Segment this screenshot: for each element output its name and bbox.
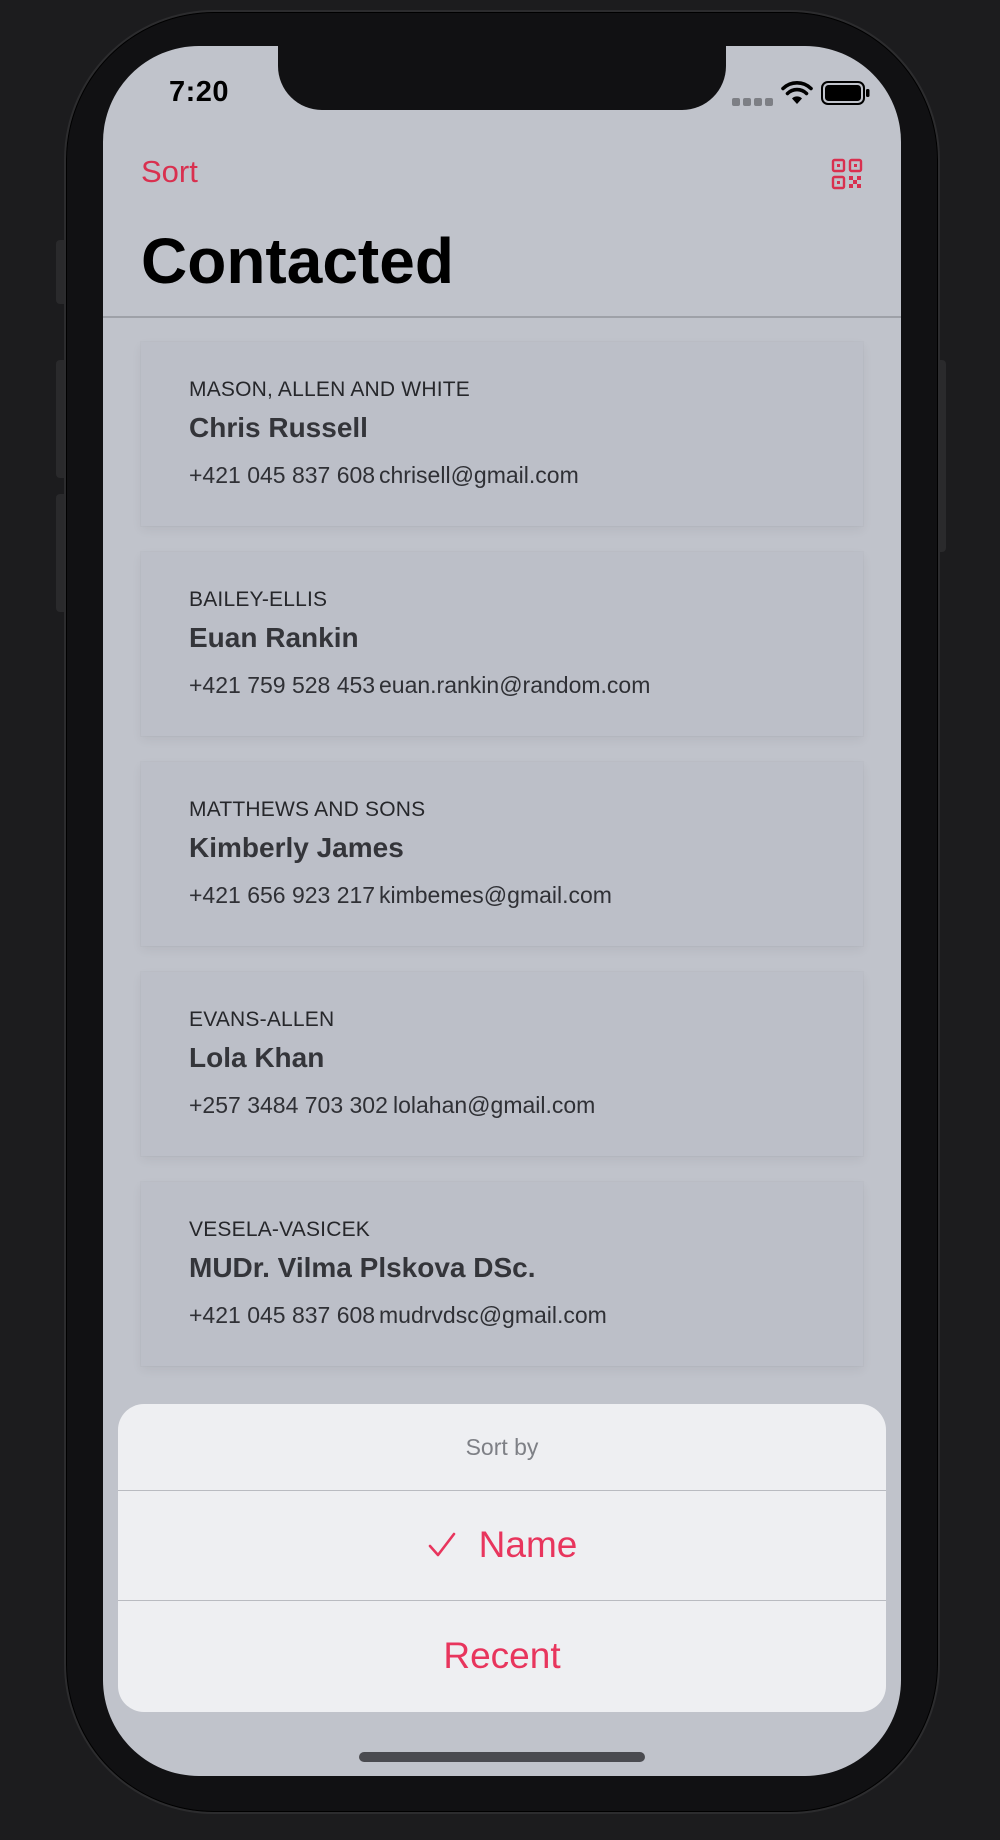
contact-phone[interactable]: +421 045 837 608: [189, 462, 375, 489]
sort-option-recent[interactable]: Recent: [118, 1601, 886, 1711]
sort-button[interactable]: Sort: [141, 154, 198, 190]
contact-phone[interactable]: +257 3484 703 302: [189, 1092, 388, 1119]
phone-screen: 7:20 Sort Contacted MASON, ALLEN AND WHI…: [103, 46, 901, 1776]
battery-icon: [821, 81, 870, 105]
contact-email[interactable]: euan.rankin@random.com: [379, 672, 650, 699]
contact-email[interactable]: mudrvdsc@gmail.com: [379, 1302, 607, 1329]
contact-name: Euan Rankin: [189, 622, 359, 653]
contact-company: EVANS-ALLEN: [189, 1008, 335, 1031]
sort-action-sheet: Sort by Name Recent: [118, 1404, 886, 1712]
contact-name: MUDr. Vilma Plskova DSc.: [189, 1252, 536, 1283]
cellular-signal-icon: [732, 96, 774, 106]
sort-option-name[interactable]: Name: [118, 1490, 886, 1600]
contact-company: MASON, ALLEN AND WHITE: [189, 378, 470, 401]
home-indicator[interactable]: [359, 1752, 645, 1762]
wifi-icon: [781, 81, 813, 104]
contact-card[interactable]: MASON, ALLEN AND WHITE Chris Russell +42…: [141, 342, 863, 526]
contact-phone[interactable]: +421 045 837 608: [189, 1302, 375, 1329]
sort-option-label: Name: [478, 1524, 578, 1565]
notch: [278, 46, 726, 110]
qr-code-icon[interactable]: [831, 158, 863, 190]
checkmark-icon: [428, 1532, 455, 1557]
contact-card[interactable]: VESELA-VASICEK MUDr. Vilma Plskova DSc. …: [141, 1182, 863, 1366]
contact-card[interactable]: EVANS-ALLEN Lola Khan +257 3484 703 302 …: [141, 972, 863, 1156]
contact-card[interactable]: MATTHEWS AND SONS Kimberly James +421 65…: [141, 762, 863, 946]
contact-email[interactable]: kimbemes@gmail.com: [379, 882, 612, 909]
sheet-title: Sort by: [465, 1433, 539, 1460]
contact-company: MATTHEWS AND SONS: [189, 798, 426, 821]
sort-option-label: Recent: [443, 1635, 561, 1676]
page-title: Contacted: [141, 225, 454, 297]
contact-company: BAILEY-ELLIS: [189, 588, 328, 611]
contact-card[interactable]: BAILEY-ELLIS Euan Rankin +421 759 528 45…: [141, 552, 863, 736]
contact-phone[interactable]: +421 759 528 453: [189, 672, 375, 699]
contact-email[interactable]: chrisell@gmail.com: [379, 462, 579, 489]
contact-name: Lola Khan: [189, 1042, 325, 1073]
status-time: 7:20: [169, 76, 230, 108]
contact-name: Kimberly James: [189, 832, 404, 863]
contact-name: Chris Russell: [189, 412, 368, 443]
contact-phone[interactable]: +421 656 923 217: [189, 882, 375, 909]
contact-email[interactable]: lolahan@gmail.com: [393, 1092, 595, 1119]
header-divider: [103, 316, 901, 318]
contact-company: VESELA-VASICEK: [189, 1218, 370, 1241]
